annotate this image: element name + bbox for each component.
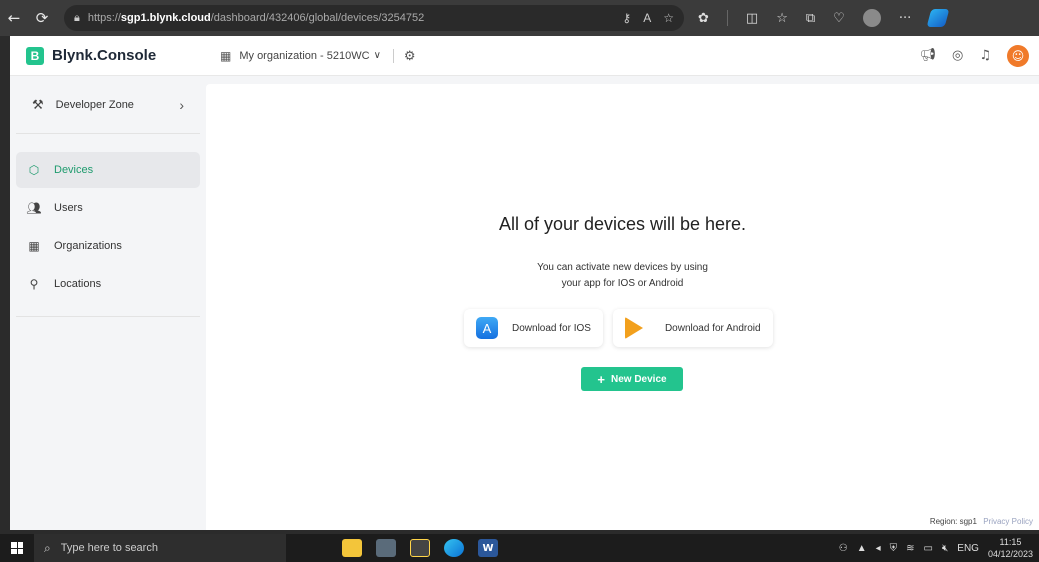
- developer-zone-label: Developer Zone: [55, 98, 134, 111]
- location-pin-icon: ⚲: [29, 277, 39, 291]
- sidebar-nav: ⬡ Devices 👥︎ Users ▦ Organizations ⚲ Loc…: [10, 152, 206, 317]
- empty-state-title: All of your devices will be here.: [498, 214, 747, 234]
- main-content: All of your devices will be here. You ca…: [206, 84, 1039, 530]
- new-device-button[interactable]: + New Device: [581, 367, 683, 391]
- cube-icon: ⬡: [28, 163, 40, 177]
- sidebar-item-organizations[interactable]: ▦ Organizations: [16, 228, 200, 264]
- windows-taskbar: ⌕ Type here to search W ⚇ ▲ ◂ ⛨ ≋ ▭ 🔇︎ E…: [0, 534, 1039, 562]
- chevron-down-icon[interactable]: ∨: [374, 50, 381, 61]
- media-app-icon[interactable]: [410, 539, 430, 557]
- tools-icon: ⚒: [32, 96, 44, 112]
- app-store-buttons: A Download for IOS Download for Android: [464, 309, 773, 347]
- announcement-icon[interactable]: 📢︎: [919, 48, 936, 63]
- wifi-icon[interactable]: ≋: [906, 543, 914, 554]
- address-bar[interactable]: 🔒︎ https://sgp1.blynk.cloud/dashboard/43…: [64, 5, 684, 31]
- security-icon[interactable]: ⛨: [890, 543, 898, 554]
- brand-logo: B: [26, 46, 44, 65]
- people-icon[interactable]: ⚇: [839, 543, 848, 554]
- split-screen-icon[interactable]: ◫: [746, 11, 758, 26]
- browser-toolbar: ← ⟳ 🔒︎ https://sgp1.blynk.cloud/dashboar…: [0, 0, 1039, 36]
- sidebar: ⚒ Developer Zone › ⬡ Devices 👥︎ Users ▦ …: [10, 76, 206, 530]
- header-divider: [392, 48, 394, 63]
- search-icon: ⌕: [44, 540, 51, 555]
- profile-avatar-icon[interactable]: [862, 9, 881, 27]
- edge-browser-icon[interactable]: [444, 539, 464, 557]
- gear-icon[interactable]: ⚙: [404, 48, 416, 64]
- back-icon[interactable]: ←: [0, 4, 28, 32]
- taskbar-apps: W: [342, 539, 498, 557]
- empty-state-line: your app for IOS or Android: [561, 278, 684, 289]
- app-header: B Blynk.Console ▦ My organization - 5210…: [10, 36, 1039, 76]
- lock-icon: 🔒︎: [74, 11, 80, 24]
- clock-time: 11:15: [999, 537, 1022, 547]
- sidebar-item-label: Locations: [54, 278, 102, 290]
- empty-state-line: You can activate new devices by using: [537, 262, 708, 273]
- developer-zone[interactable]: ⚒ Developer Zone ›: [16, 76, 200, 134]
- brand-name: Blynk.Console: [52, 47, 157, 64]
- file-explorer-icon[interactable]: [342, 539, 362, 557]
- region-text: Region: sgp1: [929, 517, 977, 526]
- taskbar-search[interactable]: ⌕ Type here to search: [34, 534, 286, 562]
- favorites-icon[interactable]: ☆: [776, 11, 788, 26]
- download-android-label: Download for Android: [664, 322, 761, 334]
- new-device-label: New Device: [611, 373, 667, 385]
- windows-start-icon[interactable]: [0, 534, 34, 562]
- user-avatar[interactable]: ☺: [1007, 44, 1029, 67]
- url-host: sgp1.blynk.cloud: [120, 12, 211, 24]
- system-tray: ⚇ ▲ ◂ ⛨ ≋ ▭ 🔇︎ ENG 11:15 04/12/2023: [839, 536, 1039, 560]
- sidebar-item-users[interactable]: 👥︎ Users: [16, 190, 200, 226]
- building-icon: ▦: [28, 239, 40, 253]
- word-icon[interactable]: W: [478, 539, 498, 557]
- chevron-right-icon: ›: [179, 96, 184, 113]
- arrow-icon[interactable]: ◂: [876, 543, 881, 554]
- notifications-bell-icon[interactable]: ♫: [979, 48, 991, 63]
- taskbar-search-placeholder: Type here to search: [60, 542, 158, 554]
- refresh-icon[interactable]: ⟳: [28, 4, 56, 32]
- organization-selector[interactable]: ▦ My organization - 5210WC ∨ ⚙: [220, 48, 416, 64]
- download-android-button[interactable]: Download for Android: [612, 309, 773, 347]
- battery-icon[interactable]: ▭: [924, 543, 933, 554]
- language-indicator[interactable]: ENG: [957, 543, 979, 554]
- copilot-icon[interactable]: [926, 9, 950, 27]
- read-aloud-icon[interactable]: A: [643, 11, 651, 25]
- favorite-star-icon[interactable]: ☆: [663, 11, 674, 25]
- clock-date: 04/12/2023: [987, 549, 1033, 559]
- drive-icon[interactable]: ▲: [857, 543, 867, 554]
- key-icon[interactable]: ⚷: [622, 11, 631, 25]
- heart-icon[interactable]: ♡: [833, 11, 845, 26]
- sidebar-item-label: Users: [54, 202, 83, 214]
- calculator-icon[interactable]: [376, 539, 396, 557]
- download-ios-button[interactable]: A Download for IOS: [464, 309, 603, 347]
- sidebar-item-devices[interactable]: ⬡ Devices: [16, 152, 200, 188]
- clock[interactable]: 11:15 04/12/2023: [988, 536, 1033, 560]
- url-path: /dashboard/432406/global/devices/3254752: [210, 12, 425, 24]
- more-menu-icon[interactable]: ···: [899, 11, 911, 26]
- brand[interactable]: B Blynk.Console: [10, 46, 206, 65]
- extensions-icon[interactable]: ✿: [698, 11, 709, 26]
- users-icon: 👥︎: [26, 201, 42, 215]
- toolbar-divider: [726, 10, 728, 26]
- volume-muted-icon[interactable]: 🔇︎: [942, 543, 948, 554]
- help-icon[interactable]: ◎: [952, 48, 963, 63]
- google-play-icon: [624, 317, 643, 339]
- building-icon: ▦: [220, 48, 232, 63]
- sidebar-divider: [16, 316, 200, 317]
- footer: Region: sgp1 Privacy Policy: [930, 517, 1033, 526]
- blynk-console-app: B Blynk.Console ▦ My organization - 5210…: [10, 36, 1039, 530]
- organization-label: My organization - 5210WC: [239, 49, 370, 62]
- plus-icon: +: [597, 371, 605, 387]
- app-store-icon: A: [476, 317, 498, 339]
- download-ios-label: Download for IOS: [512, 322, 591, 334]
- sidebar-item-locations[interactable]: ⚲ Locations: [16, 266, 200, 302]
- collections-icon[interactable]: ⧉: [806, 11, 815, 26]
- sidebar-item-label: Devices: [54, 164, 94, 176]
- sidebar-item-label: Organizations: [54, 240, 122, 252]
- url-prefix: https://: [87, 12, 121, 24]
- privacy-policy-link[interactable]: Privacy Policy: [983, 517, 1033, 526]
- empty-state-description: You can activate new devices by using yo…: [206, 260, 1039, 292]
